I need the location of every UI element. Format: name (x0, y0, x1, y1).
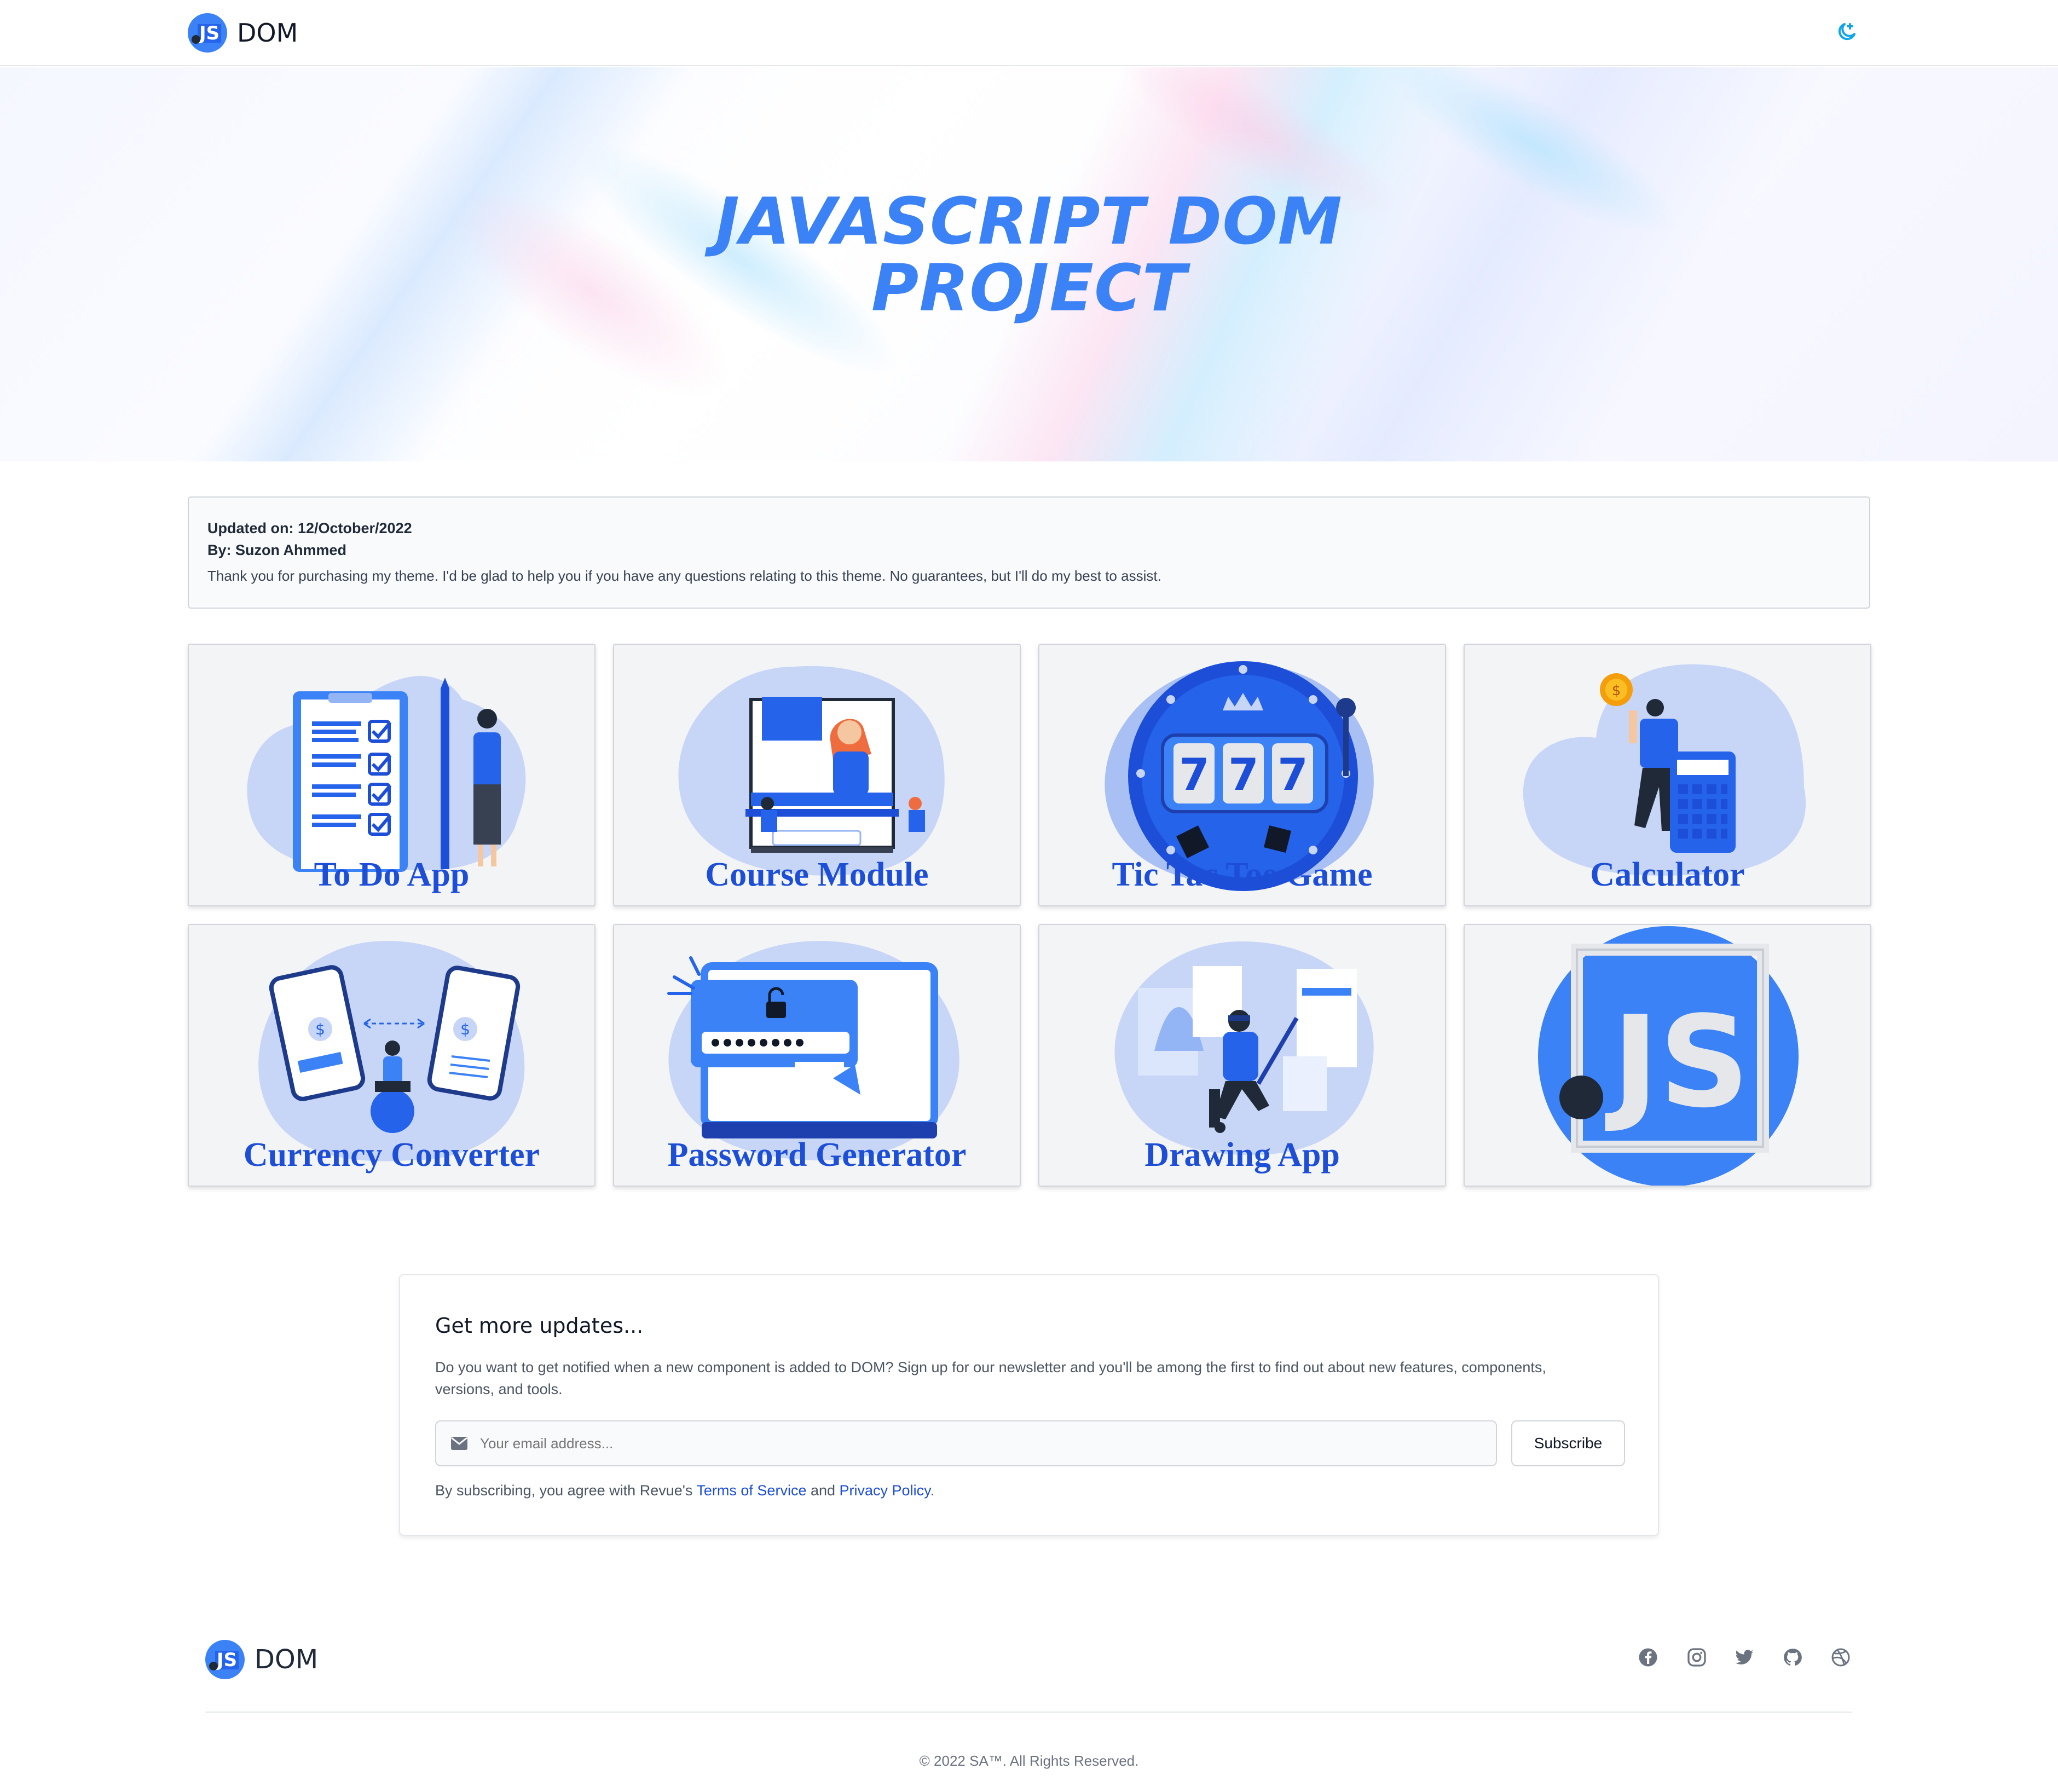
brand-logo-link[interactable]: JS DOM (188, 13, 298, 53)
svg-text:7: 7 (1228, 749, 1259, 800)
top-navbar: JS DOM (0, 0, 2058, 66)
project-title: Drawing App (1144, 1136, 1340, 1174)
terms-and: and (806, 1482, 840, 1499)
newsletter-description: Do you want to get notified when a new c… (435, 1359, 1546, 1397)
hero-decoration (1368, 67, 1697, 264)
project-card-course-module[interactable]: Course Module (613, 644, 1021, 906)
project-card-drawing-app[interactable]: Drawing App (1038, 924, 1446, 1187)
moon-star-icon (1838, 23, 1855, 41)
svg-text:$: $ (460, 1020, 470, 1038)
logo-dot (209, 1662, 218, 1670)
js-logo-illustration: JS (1538, 926, 1799, 1186)
terms-prefix: By subscribing, you agree with Revue's (435, 1482, 697, 1499)
svg-text:JS: JS (1605, 990, 1749, 1136)
dribbble-icon[interactable] (1831, 1648, 1851, 1667)
project-title: Password Generator (667, 1136, 967, 1174)
footer-brand-name: DOM (255, 1644, 319, 1675)
project-card-js-logo[interactable]: JS (1464, 924, 1871, 1187)
terms-of-service-link[interactable]: Terms of Service (696, 1482, 806, 1499)
page-title-line1: JAVASCRIPT DOM (715, 183, 1343, 259)
github-icon[interactable] (1783, 1648, 1802, 1667)
author-name: By: Suzon Ahmmed (207, 542, 347, 558)
project-card-currency-converter[interactable]: $ $ Currency Converter (188, 924, 596, 1187)
updated-date: Updated on: 12/October/2022 (207, 520, 412, 536)
project-card-tic-tac-toe[interactable]: 777 Tic Tac Toe Game (1038, 644, 1446, 906)
newsletter-card: Get more updates... Do you want to get n… (399, 1274, 1659, 1536)
newsletter-terms: By subscribing, you agree with Revue's T… (435, 1482, 934, 1499)
project-card-password-generator[interactable]: Password Generator (613, 924, 1021, 1187)
email-input[interactable] (480, 1435, 1465, 1452)
project-title: To Do App (314, 856, 470, 893)
instagram-icon[interactable] (1687, 1648, 1707, 1667)
js-logo-icon: JS (188, 13, 227, 53)
project-title: Course Module (705, 856, 929, 893)
theme-toggle-button[interactable] (1831, 21, 1858, 47)
svg-text:$: $ (1612, 683, 1621, 699)
newsletter-title: Get more updates... (435, 1314, 644, 1338)
page-title-line2: PROJECT (871, 250, 1187, 326)
envelope-icon (451, 1437, 467, 1450)
brand-name: DOM (237, 18, 298, 48)
logo-text: JS (215, 1651, 239, 1669)
project-card-calculator[interactable]: $ Calculator (1464, 644, 1871, 906)
svg-text:7: 7 (1179, 749, 1210, 800)
footer-divider (205, 1712, 1852, 1713)
project-card-todo-app[interactable]: To Do App (188, 644, 596, 906)
logo-text: JS (198, 24, 222, 43)
project-title: Calculator (1590, 856, 1745, 893)
terms-suffix: . (930, 1482, 935, 1499)
facebook-icon[interactable] (1638, 1648, 1658, 1667)
footer-brand-link[interactable]: JS DOM (205, 1640, 318, 1679)
twitter-icon[interactable] (1735, 1648, 1754, 1667)
info-card: Updated on: 12/October/2022 By: Suzon Ah… (188, 496, 1870, 609)
hero-banner: JAVASCRIPT DOM PROJECT (0, 67, 2058, 461)
copyright-text: © 2022 SA™. All Rights Reserved. (919, 1753, 1139, 1769)
email-field-wrapper (435, 1420, 1497, 1466)
privacy-policy-link[interactable]: Privacy Policy (840, 1482, 930, 1499)
svg-text:7: 7 (1277, 749, 1308, 800)
logo-dot (192, 35, 200, 44)
subscribe-button[interactable]: Subscribe (1511, 1420, 1625, 1466)
page-title: JAVASCRIPT DOM PROJECT (701, 188, 1357, 321)
svg-text:$: $ (315, 1020, 325, 1038)
thank-you-message: Thank you for purchasing my theme. I'd b… (207, 568, 1161, 584)
project-title: Tic Tac Toe Game (1112, 856, 1373, 893)
js-logo-icon: JS (205, 1640, 245, 1679)
project-title: Currency Converter (243, 1136, 540, 1174)
